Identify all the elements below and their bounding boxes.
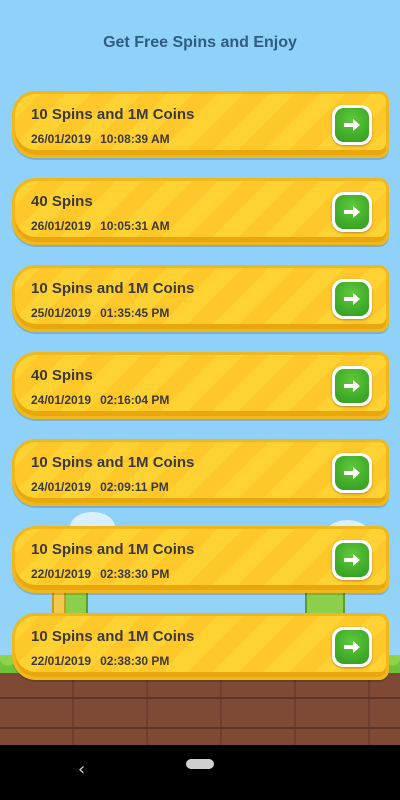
arrow-right-icon bbox=[335, 630, 369, 664]
reward-title: 10 Spins and 1M Coins bbox=[31, 541, 195, 558]
arrow-right-icon bbox=[335, 108, 369, 142]
arrow-right-icon bbox=[335, 195, 369, 229]
reward-title: 10 Spins and 1M Coins bbox=[31, 280, 195, 297]
collect-button[interactable] bbox=[332, 453, 372, 493]
reward-time: 02:38:30 PM bbox=[100, 654, 170, 668]
reward-date: 25/01/2019 bbox=[31, 306, 92, 320]
arrow-right-icon bbox=[335, 543, 369, 577]
reward-card[interactable]: 40 Spins 26/01/2019 10:05:31 AM bbox=[12, 178, 389, 245]
reward-date: 22/01/2019 bbox=[31, 567, 92, 581]
reward-date: 24/01/2019 bbox=[31, 480, 92, 494]
reward-time: 02:16:04 PM bbox=[100, 393, 170, 407]
reward-card[interactable]: 10 Spins and 1M Coins 24/01/2019 02:09:11… bbox=[12, 439, 389, 506]
reward-time: 02:09:11 PM bbox=[100, 480, 169, 494]
ground-brick-line bbox=[0, 727, 400, 729]
reward-time: 02:38:30 PM bbox=[100, 567, 170, 581]
reward-timestamp: 24/01/2019 02:09:11 PM bbox=[31, 480, 169, 494]
reward-card[interactable]: 10 Spins and 1M Coins 25/01/2019 01:35:45… bbox=[12, 265, 389, 332]
back-chevron-icon[interactable]: ‹ bbox=[78, 759, 85, 780]
arrow-right-icon bbox=[335, 282, 369, 316]
collect-button[interactable] bbox=[332, 627, 372, 667]
reward-timestamp: 26/01/2019 10:05:31 AM bbox=[31, 219, 170, 233]
reward-date: 24/01/2019 bbox=[31, 393, 92, 407]
collect-button[interactable] bbox=[332, 192, 372, 232]
arrow-right-icon bbox=[335, 369, 369, 403]
collect-button[interactable] bbox=[332, 105, 372, 145]
reward-card[interactable]: 10 Spins and 1M Coins 26/01/2019 10:08:39… bbox=[12, 91, 389, 158]
home-pill-icon[interactable] bbox=[186, 759, 214, 769]
reward-timestamp: 22/01/2019 02:38:30 PM bbox=[31, 567, 169, 581]
reward-title: 10 Spins and 1M Coins bbox=[31, 454, 195, 471]
reward-date: 22/01/2019 bbox=[31, 654, 92, 668]
reward-title: 10 Spins and 1M Coins bbox=[31, 628, 195, 645]
reward-card[interactable]: 10 Spins and 1M Coins 22/01/2019 02:38:30… bbox=[12, 526, 389, 593]
reward-timestamp: 22/01/2019 02:38:30 PM bbox=[31, 654, 169, 668]
page-title: Get Free Spins and Enjoy bbox=[103, 34, 297, 51]
reward-timestamp: 24/01/2019 02:16:04 PM bbox=[31, 393, 169, 407]
reward-title: 40 Spins bbox=[31, 367, 93, 384]
reward-timestamp: 26/01/2019 10:08:39 AM bbox=[31, 132, 170, 146]
reward-date: 26/01/2019 bbox=[31, 219, 92, 233]
reward-time: 10:08:39 AM bbox=[100, 132, 170, 146]
reward-time: 10:05:31 AM bbox=[100, 219, 170, 233]
arrow-right-icon bbox=[335, 456, 369, 490]
collect-button[interactable] bbox=[332, 279, 372, 319]
reward-title: 40 Spins bbox=[31, 193, 93, 210]
system-navigation-bar: ‹ bbox=[0, 745, 400, 800]
reward-title: 10 Spins and 1M Coins bbox=[31, 106, 195, 123]
reward-time: 01:35:45 PM bbox=[100, 306, 170, 320]
reward-date: 26/01/2019 bbox=[31, 132, 92, 146]
collect-button[interactable] bbox=[332, 540, 372, 580]
reward-card[interactable]: 10 Spins and 1M Coins 22/01/2019 02:38:30… bbox=[12, 613, 389, 680]
reward-timestamp: 25/01/2019 01:35:45 PM bbox=[31, 306, 169, 320]
collect-button[interactable] bbox=[332, 366, 372, 406]
reward-card[interactable]: 40 Spins 24/01/2019 02:16:04 PM bbox=[12, 352, 389, 419]
rewards-list: 10 Spins and 1M Coins 26/01/2019 10:08:39… bbox=[12, 91, 389, 700]
